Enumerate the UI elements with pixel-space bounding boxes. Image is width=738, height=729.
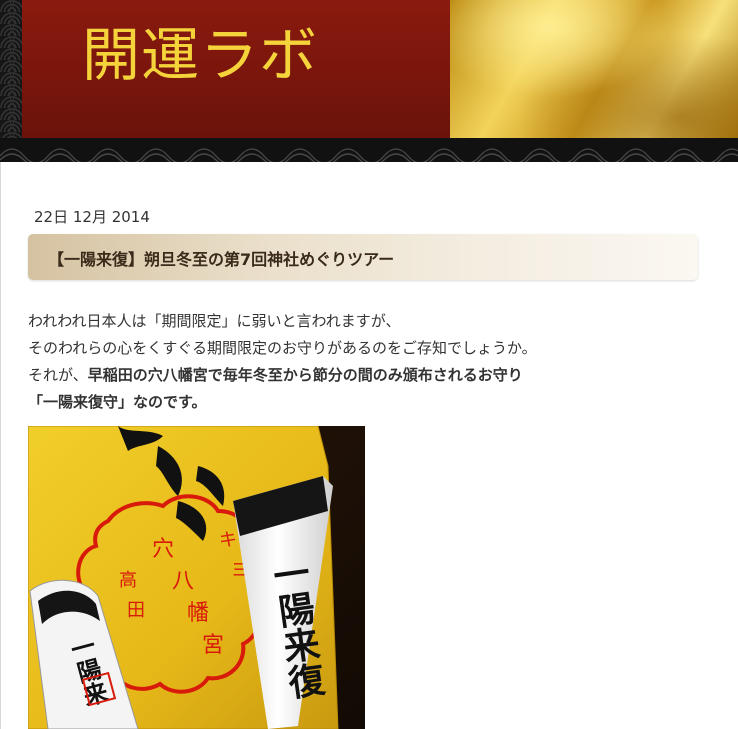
title-banner: 開運ラボ: [22, 0, 450, 138]
omamori-photo[interactable]: 穴 八 幡 宮 高 田 キ ヨ 一陽来復 一陽来: [28, 426, 365, 729]
stamp-char: 幡: [187, 601, 209, 626]
body-line: われわれ日本人は「期間限定」に弱いと言われますが、: [28, 312, 401, 330]
post-body: われわれ日本人は「期間限定」に弱いと言われますが、 そのわれらの心をくすぐる期間…: [28, 308, 708, 416]
body-line: そのわれらの心をくすぐる期間限定のお守りがあるのをご存知でしょうか。: [28, 339, 537, 357]
gold-leaf-panel: [450, 0, 738, 138]
post-title[interactable]: 【一陽来復】朔旦冬至の第7回神社めぐりツアー: [48, 246, 394, 270]
stamp-char: 穴: [152, 537, 174, 562]
body-line: それが、早稲田の穴八幡宮で毎年冬至から節分の間のみ頒布されるお守り: [28, 362, 708, 389]
stamp-char: 高: [119, 570, 137, 591]
stamp-char: 八: [172, 569, 194, 594]
body-line-prefix: それが、: [28, 366, 88, 384]
site-title[interactable]: 開運ラボ: [82, 26, 318, 84]
post-title-bar: 【一陽来復】朔旦冬至の第7回神社めぐりツアー: [28, 234, 698, 280]
stamp-char: キ: [219, 530, 237, 551]
stamp-char: 田: [127, 600, 145, 621]
header-wave-border: [0, 138, 738, 162]
post-date: 22日 12月 2014: [34, 208, 150, 226]
body-line: 「一陽来復守」なのです。: [28, 389, 708, 416]
body-line-bold: 早稲田の穴八幡宮で毎年冬至から節分の間のみ頒布されるお守り: [87, 366, 523, 384]
stamp-char: 宮: [202, 633, 224, 658]
body-line-bold: 「一陽来復守」なのです。: [28, 393, 207, 411]
site-header: 開運ラボ: [0, 0, 738, 162]
